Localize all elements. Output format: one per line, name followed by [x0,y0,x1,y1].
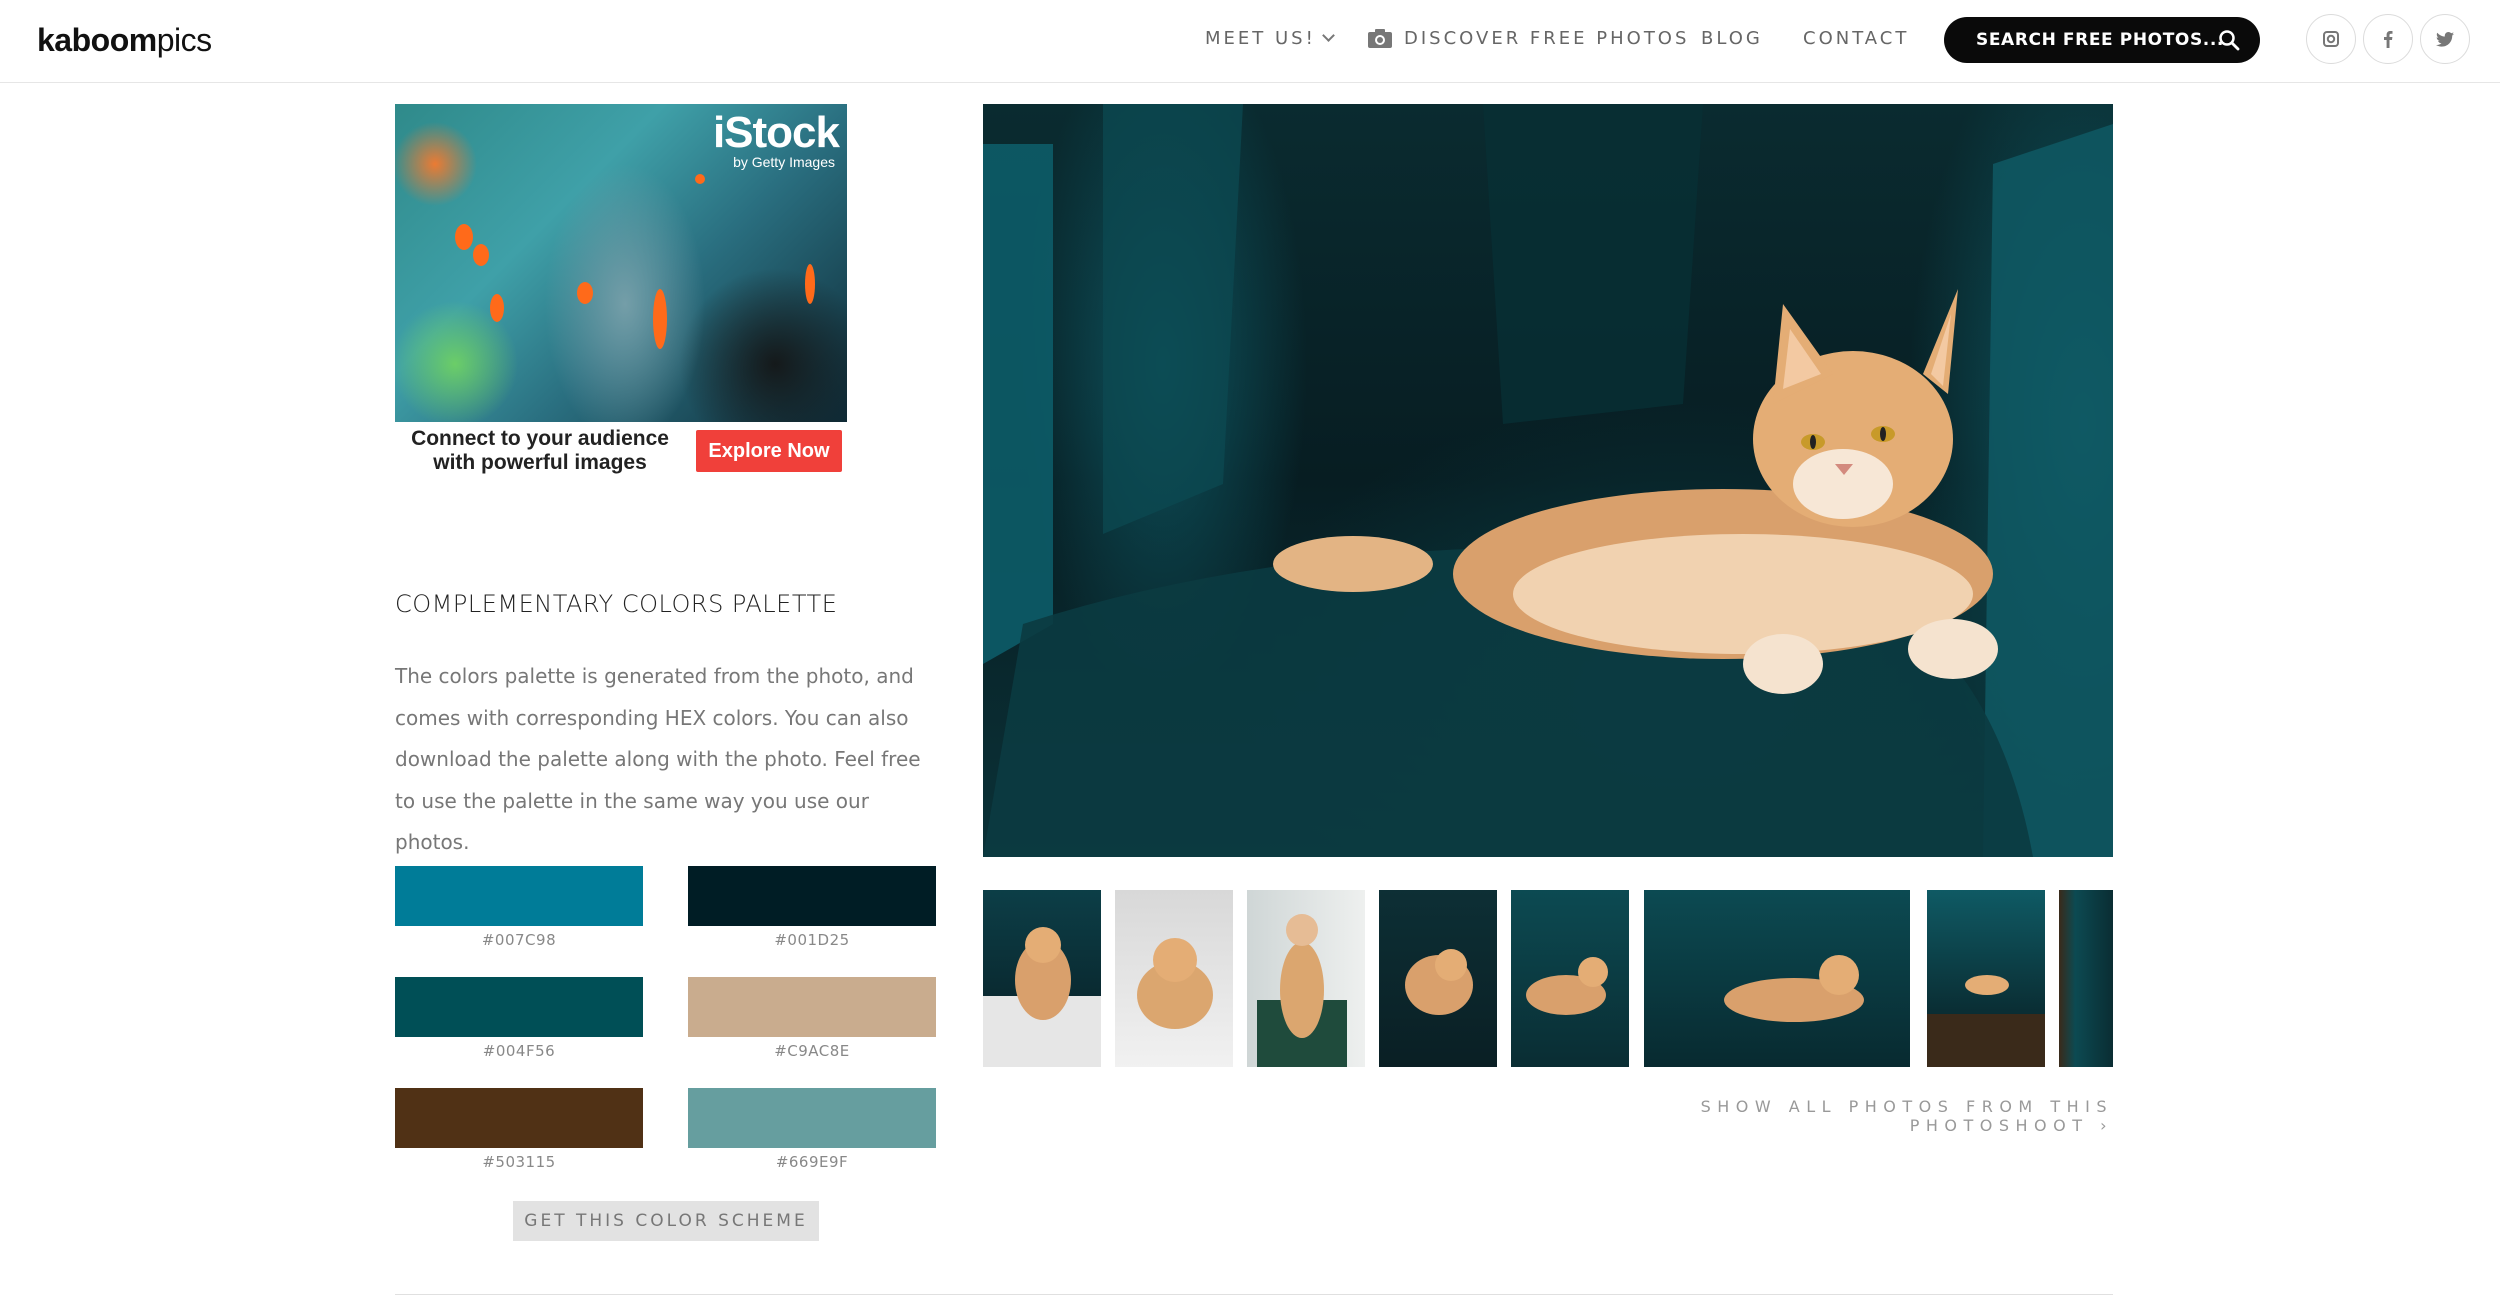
cat-thumb-graphic [1405,949,1473,1015]
color-hex-label: #004F56 [482,1042,556,1060]
cat-thumb-graphic [1724,955,1864,1022]
nav-meet-us[interactable]: MEET US! [1205,28,1335,49]
color-hex-label: #503115 [482,1153,556,1171]
site-header: kaboompics MEET US! DISCOVER FREE PHOTOS… [0,0,2500,83]
explore-now-button[interactable]: Explore Now [696,430,842,472]
thumbnail-3[interactable] [1247,890,1365,1067]
color-swatch[interactable] [688,866,936,926]
ad-paint-spot [695,174,705,184]
main-photo-cat-on-teal-armchair[interactable] [983,104,2113,857]
cat-illustration [983,104,2113,857]
color-swatch[interactable] [395,977,643,1037]
color-hex-label: #007C98 [481,931,557,949]
thumbnail-5[interactable] [1511,890,1629,1067]
thumbnail-2[interactable] [1115,890,1233,1067]
get-color-scheme-button[interactable]: GET THIS COLOR SCHEME [513,1201,819,1241]
nav-discover-free-photos[interactable]: DISCOVER FREE PHOTOS [1368,28,1689,49]
nav-meet-us-label: MEET US! [1205,28,1316,49]
ad-paint-spot [455,224,473,250]
cat-thumb-graphic [1257,914,1347,1067]
twitter-icon [2436,31,2454,47]
search-icon [2219,30,2240,51]
color-hex-label: #001D25 [774,931,850,949]
palette-description: The colors palette is generated from the… [395,664,921,854]
color-hex-label: #C9AC8E [774,1042,850,1060]
thumbnail-1[interactable] [983,890,1101,1067]
color-hex-label: #669E9F [775,1153,849,1171]
istock-advertisement[interactable]: iStock by Getty Images Connect to your a… [395,104,847,480]
camera-icon [1368,29,1392,48]
nav-discover-label: DISCOVER FREE PHOTOS [1404,28,1690,49]
search-label: SEARCH FREE PHOTOS... [1976,30,2224,50]
thumbnail-8[interactable] [2059,890,2113,1067]
show-all-photos-link[interactable]: SHOW ALL PHOTOS FROM THIS PHOTOSHOOT › [1563,1097,2113,1135]
thumbnail-7[interactable] [1927,890,2045,1067]
color-swatch[interactable] [395,1088,643,1148]
ad-paint-spot [473,244,489,266]
ad-paint-spot [805,264,815,304]
chevron-down-icon [1321,29,1335,42]
instagram-icon [2323,31,2339,47]
getty-images-label: by Getty Images [733,154,835,170]
cat-thumb-graphic [1526,957,1608,1015]
color-swatch[interactable] [688,977,936,1037]
palette-title: COMPLEMENTARY COLORS PALETTE [395,590,838,618]
facebook-button[interactable] [2363,14,2413,64]
color-swatch[interactable] [395,866,643,926]
section-divider [395,1294,2113,1295]
cat-thumb-graphic [1965,975,2009,995]
color-swatch[interactable] [688,1088,936,1148]
search-free-photos-button[interactable]: SEARCH FREE PHOTOS... [1944,17,2260,63]
instagram-button[interactable] [2306,14,2356,64]
thumbnail-4[interactable] [1379,890,1497,1067]
facebook-icon [2384,31,2393,48]
thumbnail-6[interactable] [1644,890,1910,1067]
ad-tagline: Connect to your audience with powerful i… [411,427,669,474]
ad-paint-spot [577,282,593,304]
ad-image: iStock by Getty Images [395,104,847,422]
ad-paint-spot [653,289,667,349]
istock-logo: iStock [712,108,840,157]
nav-blog[interactable]: BLOG [1701,28,1763,49]
photoshoot-thumbnails [983,890,2113,1067]
site-logo[interactable]: kaboompics [37,22,212,59]
cat-thumb-graphic [1137,938,1213,1029]
twitter-button[interactable] [2420,14,2470,64]
ad-paint-spot [490,294,504,322]
cat-thumb-graphic [1015,927,1071,1020]
nav-contact[interactable]: CONTACT [1803,28,1909,49]
